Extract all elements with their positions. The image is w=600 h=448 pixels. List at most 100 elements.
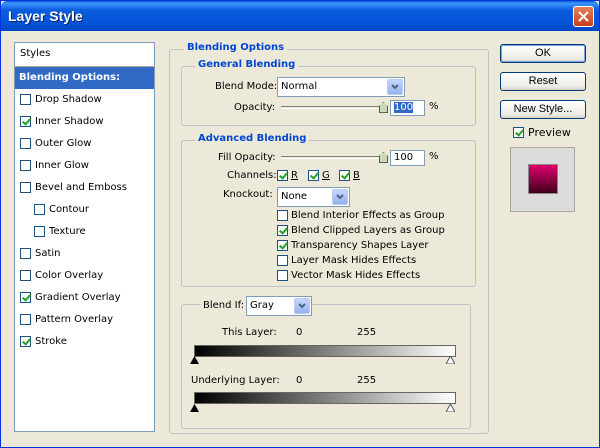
style-item-pattern-overlay[interactable]: Pattern Overlay (15, 309, 154, 331)
reset-button[interactable]: Reset (500, 72, 586, 91)
style-checkbox-drop-shadow[interactable] (20, 94, 31, 105)
blend-if-group (181, 304, 471, 429)
close-icon (578, 11, 589, 22)
preview-checkbox[interactable] (513, 127, 524, 138)
fill-opacity-value: 100 (394, 152, 414, 163)
style-checkbox-inner-shadow[interactable] (20, 116, 31, 127)
fill-opacity-slider-track[interactable] (281, 156, 384, 159)
this-layer-gradient (194, 345, 456, 357)
channel-g-checkbox[interactable] (308, 170, 319, 181)
opacity-label: Opacity: (234, 102, 276, 113)
opacity-value: 100 (394, 102, 414, 113)
knockout-label: Knockout: (223, 189, 273, 200)
style-item-label: Inner Shadow (35, 116, 104, 127)
style-item-label: Satin (35, 248, 61, 259)
this-layer-white-slider[interactable] (446, 356, 455, 364)
this-layer-min: 0 (296, 327, 303, 338)
vector-mask-hides-effects-label: Vector Mask Hides Effects (291, 270, 421, 281)
window-title: Layer Style (8, 8, 83, 24)
preview-thumbnail (510, 147, 575, 212)
underlying-layer-max: 255 (357, 375, 377, 386)
general-blending-title: General Blending (195, 59, 299, 70)
style-checkbox-pattern-overlay[interactable] (20, 314, 31, 325)
this-layer-label: This Layer: (222, 327, 277, 338)
style-item-label: Pattern Overlay (35, 314, 114, 325)
this-layer-max: 255 (357, 327, 377, 338)
transparency-shapes-layer-checkbox[interactable] (277, 240, 288, 251)
vector-mask-hides-effects-checkbox[interactable] (277, 270, 288, 281)
style-item-label: Outer Glow (35, 138, 92, 149)
blend-interior-effects-as-group-checkbox[interactable] (277, 210, 288, 221)
underlying-layer-label: Underlying Layer: (191, 375, 280, 386)
preview-label: Preview (528, 126, 571, 139)
style-item-label: Gradient Overlay (35, 292, 121, 303)
style-item-label: Color Overlay (35, 270, 104, 281)
new-style-button[interactable]: New Style... (500, 100, 586, 119)
layer-mask-hides-effects-label: Layer Mask Hides Effects (291, 255, 417, 266)
blend-mode-label: Blend Mode: (215, 81, 278, 92)
blend-mode-select[interactable]: Normal (277, 77, 405, 97)
opacity-input[interactable]: 100 (390, 100, 425, 116)
underlying-layer-white-slider[interactable] (446, 404, 455, 412)
style-checkbox-outer-glow[interactable] (20, 138, 31, 149)
blend-clipped-layers-as-group-checkbox[interactable] (277, 225, 288, 236)
fill-opacity-label: Fill Opacity: (218, 152, 276, 163)
title-bar[interactable]: Layer Style (1, 1, 599, 31)
blend-if-label: Blend If: (201, 300, 247, 311)
style-item-satin[interactable]: Satin (15, 243, 154, 265)
knockout-select[interactable]: None (277, 187, 350, 207)
style-item-color-overlay[interactable]: Color Overlay (15, 265, 154, 287)
blend-interior-effects-as-group-label: Blend Interior Effects as Group (291, 210, 445, 221)
ok-button[interactable]: OK (500, 44, 586, 63)
transparency-shapes-layer-label: Transparency Shapes Layer (291, 240, 429, 251)
underlying-layer-black-slider[interactable] (190, 404, 199, 412)
style-item-bevel-and-emboss[interactable]: Bevel and Emboss (15, 177, 154, 199)
blend-clipped-layers-as-group-label: Blend Clipped Layers as Group (291, 225, 445, 236)
blending-options-title: Blending Options (184, 42, 288, 53)
channel-g-label: G (322, 170, 330, 181)
preview-swatch (528, 164, 558, 194)
style-item-label: Bevel and Emboss (35, 182, 127, 193)
underlying-layer-gradient (194, 392, 456, 404)
blend-mode-value: Normal (281, 81, 318, 92)
channels-label: Channels: (227, 170, 277, 181)
close-button[interactable] (573, 6, 594, 27)
styles-list: Styles Blending Options: Default Drop Sha… (14, 42, 155, 432)
channel-r-checkbox[interactable] (277, 170, 288, 181)
style-item-drop-shadow[interactable]: Drop Shadow (15, 89, 154, 111)
style-checkbox-satin[interactable] (20, 248, 31, 259)
blend-if-select[interactable]: Gray (246, 296, 312, 316)
style-item-gradient-overlay[interactable]: Gradient Overlay (15, 287, 154, 309)
style-item-label: Texture (49, 226, 86, 237)
layer-style-dialog: Layer Style Styles Blending Options: Def… (0, 0, 600, 448)
opacity-slider-track[interactable] (281, 106, 384, 109)
blend-if-value: Gray (250, 300, 274, 311)
style-item-label: Drop Shadow (35, 94, 102, 105)
channel-r-label: R (291, 170, 298, 181)
fill-opacity-input[interactable]: 100 (390, 150, 425, 166)
style-item-inner-shadow[interactable]: Inner Shadow (15, 111, 154, 133)
style-checkbox-bevel-and-emboss[interactable] (20, 182, 31, 193)
style-checkbox-texture[interactable] (34, 226, 45, 237)
styles-header[interactable]: Styles (15, 43, 154, 67)
layer-mask-hides-effects-checkbox[interactable] (277, 255, 288, 266)
style-checkbox-color-overlay[interactable] (20, 270, 31, 281)
style-checkbox-stroke[interactable] (20, 336, 31, 347)
style-item-texture[interactable]: Texture (15, 221, 154, 243)
style-item-outer-glow[interactable]: Outer Glow (15, 133, 154, 155)
this-layer-black-slider[interactable] (190, 356, 199, 364)
fill-opacity-unit: % (429, 151, 439, 162)
style-item-stroke[interactable]: Stroke (15, 331, 154, 353)
chevron-down-icon (332, 189, 348, 205)
style-checkbox-contour[interactable] (34, 204, 45, 215)
chevron-down-icon (294, 298, 310, 314)
channel-b-checkbox[interactable] (339, 170, 350, 181)
style-item-blending-options-default[interactable]: Blending Options: Default (15, 67, 154, 105)
style-item-label: Contour (49, 204, 89, 215)
style-checkbox-gradient-overlay[interactable] (20, 292, 31, 303)
style-item-contour[interactable]: Contour (15, 199, 154, 221)
style-checkbox-inner-glow[interactable] (20, 160, 31, 171)
knockout-value: None (281, 191, 308, 202)
channel-b-label: B (353, 170, 360, 181)
style-item-inner-glow[interactable]: Inner Glow (15, 155, 154, 177)
